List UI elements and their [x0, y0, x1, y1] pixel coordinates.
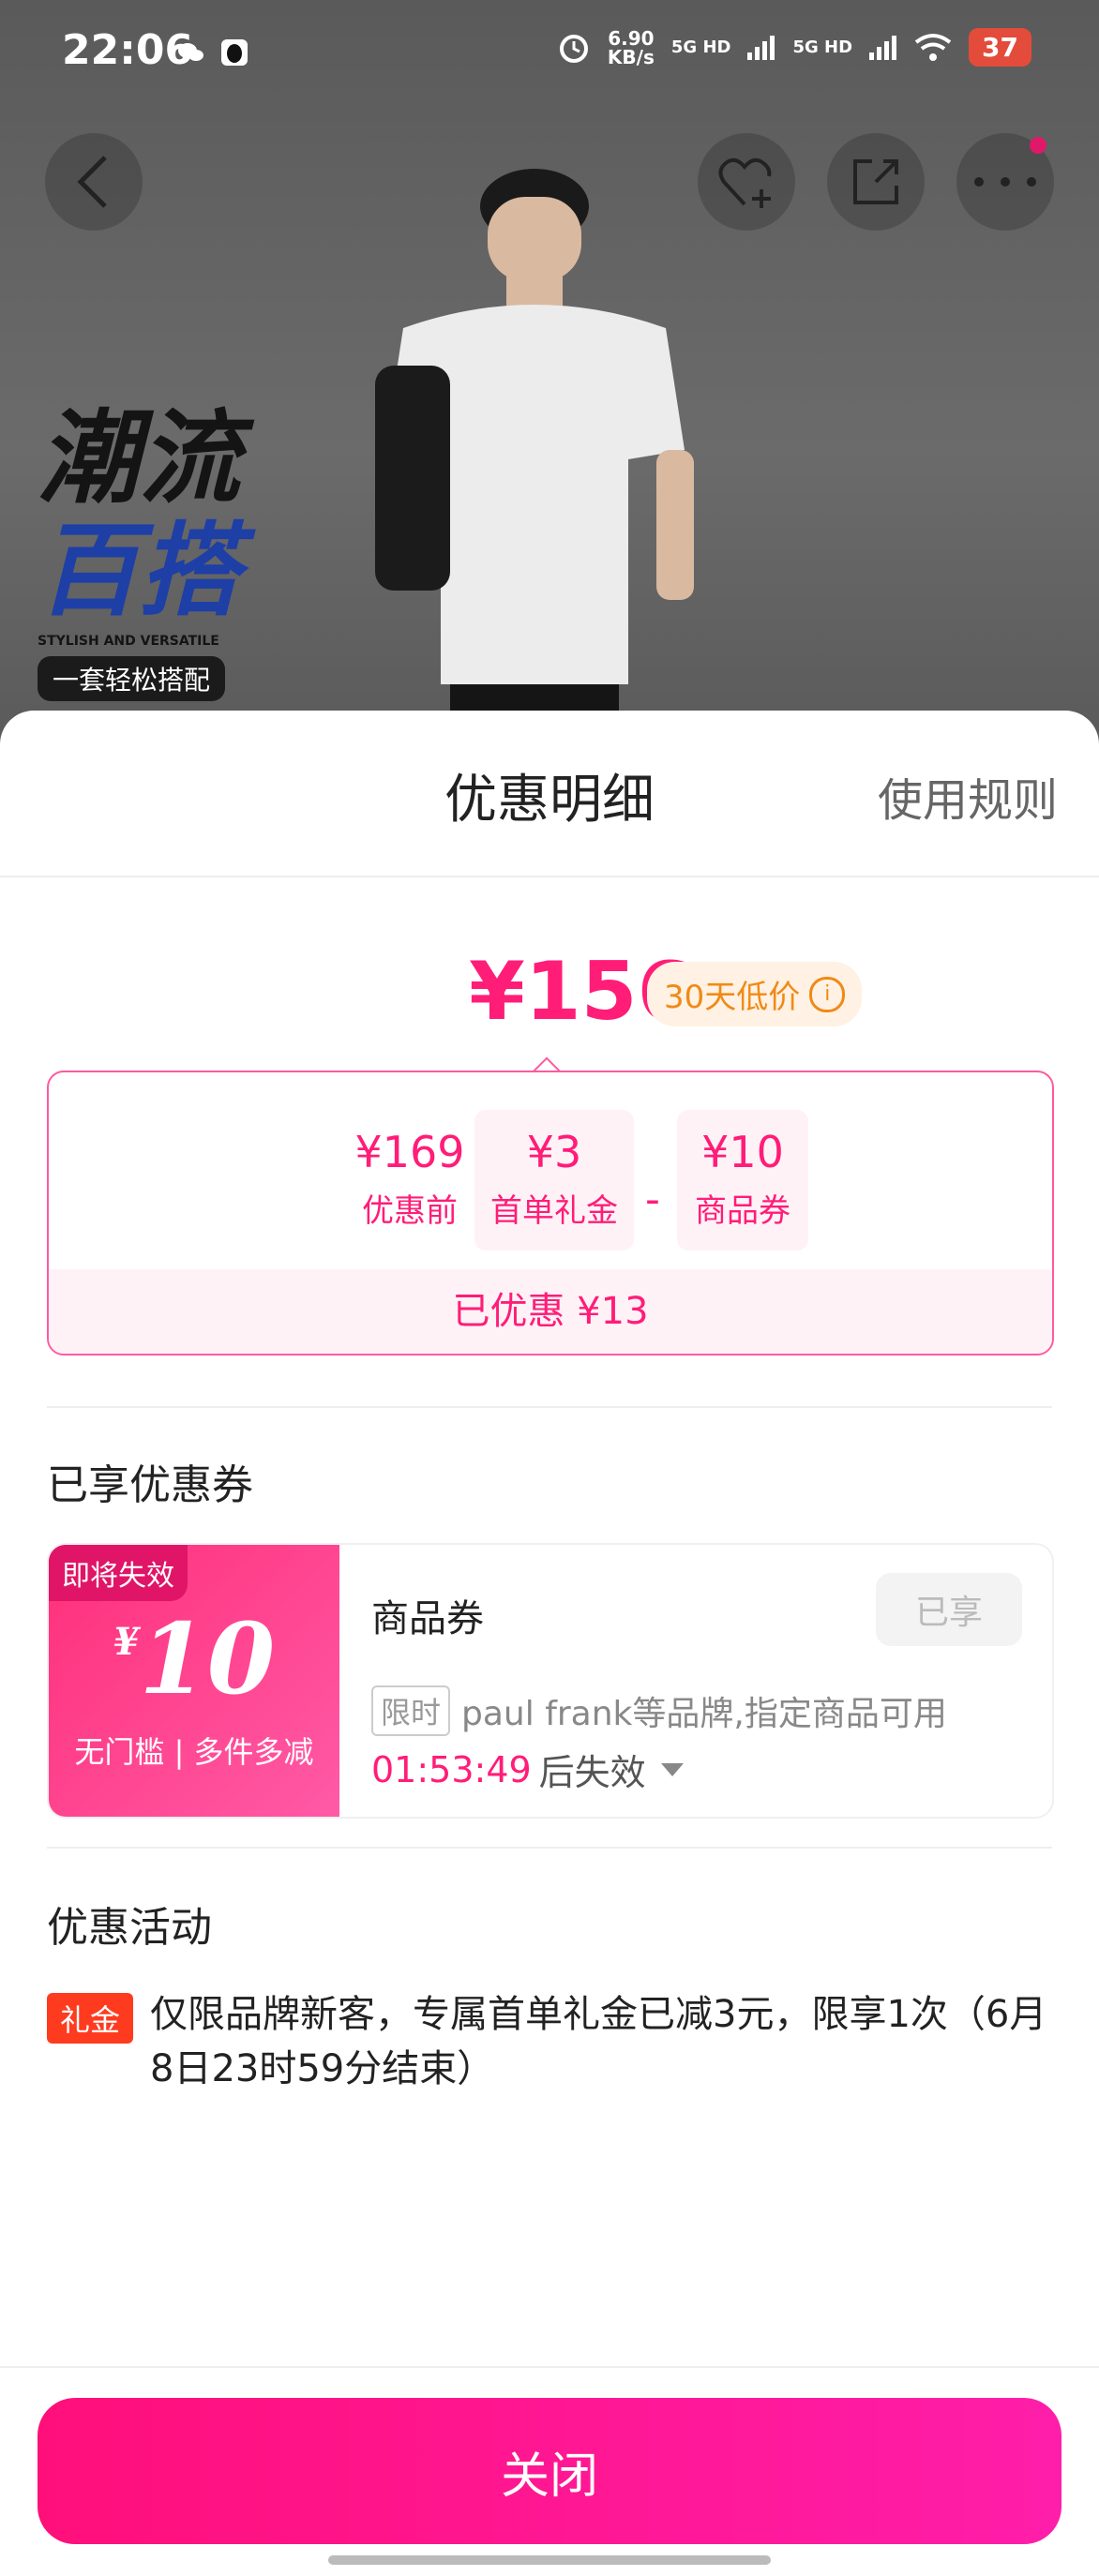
coupon-label: 商品券	[695, 1192, 790, 1230]
promo-line-3: STYLISH AND VERSATILE	[38, 634, 219, 649]
home-indicator[interactable]	[328, 2555, 771, 2565]
limit-text: paul frank等品牌,指定商品可用	[461, 1695, 947, 1733]
more-button[interactable]	[956, 133, 1054, 231]
coupon-value-panel: 即将失效 ¥10 无门槛 | 多件多减	[49, 1545, 339, 1817]
alarm-icon	[559, 34, 588, 63]
footer-divider	[0, 2366, 1099, 2368]
usage-rules-link[interactable]: 使用规则	[878, 763, 1058, 829]
low-price-tag[interactable]: 30天低价 i	[647, 962, 863, 1026]
battery-level: 37	[969, 28, 1031, 67]
signal-5g-1: 5G HD	[670, 37, 731, 57]
total-saved: 已优惠 ¥13	[49, 1269, 1052, 1354]
wechat-icon	[178, 43, 203, 61]
info-icon: i	[809, 976, 846, 1012]
promo-line-2: 百搭	[38, 513, 241, 630]
minus-sign: -	[645, 1176, 660, 1223]
gift-label: 首单礼金	[490, 1192, 618, 1230]
low-price-label: 30天低价	[664, 979, 801, 1016]
signal-bars-icon	[869, 35, 897, 60]
coupon-amount-large: 10	[139, 1601, 276, 1716]
breakdown-gift: ¥3 首单礼金	[474, 1110, 634, 1251]
more-dots-icon	[974, 177, 1036, 187]
limit-tag: 限时	[371, 1685, 451, 1736]
activities-section-title: 优惠活动	[47, 1904, 212, 1952]
notification-dot	[1030, 137, 1046, 154]
promo-line-4: 一套轻松搭配	[38, 656, 226, 701]
header-divider	[0, 876, 1099, 877]
original-price-label: 优惠前	[362, 1192, 458, 1230]
price-breakdown: ¥169 优惠前 - ¥3 首单礼金 - ¥10 商品券 已优惠 ¥13	[47, 1071, 1054, 1355]
signal-5g-2: 5G HD	[792, 37, 853, 57]
coupon-currency: ¥	[113, 1620, 140, 1664]
activity-text: 仅限品牌新客，专属首单礼金已减3元，限享1次（6月8日23时59分结束）	[150, 1993, 1047, 2090]
promo-line-1: 潮流	[38, 400, 241, 517]
chevron-down-icon	[660, 1762, 684, 1776]
product-model-image	[375, 169, 694, 750]
coupon-limit-row: 限时 paul frank等品牌,指定商品可用	[371, 1685, 947, 1736]
countdown-timer: 01:53:49	[371, 1748, 532, 1790]
countdown-suffix: 后失效	[538, 1752, 646, 1793]
net-speed-value: 6.90	[608, 26, 655, 50]
breakdown-coupon: ¥10 商品券	[677, 1110, 808, 1251]
status-time: 22:06	[62, 26, 194, 74]
close-button[interactable]: 关闭	[38, 2398, 1061, 2544]
section-divider	[47, 1406, 1052, 1408]
coupons-section-title: 已享优惠券	[47, 1461, 253, 1509]
discount-detail-sheet: 优惠明细 使用规则 ¥156 30天低价 i ¥169 优惠前 - ¥3 首单礼…	[0, 711, 1099, 2576]
coupon-name: 商品券	[371, 1597, 484, 1640]
share-button[interactable]	[827, 133, 925, 231]
wifi-icon	[914, 33, 952, 61]
status-bar: 22:06 6.90 KB/s 5G HD 5G HD 37	[0, 0, 1099, 112]
coupon-conditions: 无门槛 | 多件多减	[74, 1734, 314, 1770]
coupon-countdown-row[interactable]: 01:53:49 后失效	[371, 1744, 684, 1795]
coupon-amount: ¥10	[701, 1127, 784, 1177]
section-divider	[47, 1847, 1052, 1849]
back-button[interactable]	[45, 133, 143, 231]
signal-bars-icon	[747, 35, 775, 60]
share-icon	[853, 159, 898, 204]
breakdown-original: ¥169 优惠前	[330, 1110, 489, 1251]
favorite-button[interactable]	[698, 133, 795, 231]
coupon-perforation	[330, 1545, 349, 1817]
qq-icon	[221, 39, 248, 66]
back-arrow-icon	[77, 156, 107, 208]
promo-banner: 潮流 百搭 STYLISH AND VERSATILE 一套轻松搭配	[38, 403, 240, 701]
expiring-tag: 即将失效	[49, 1545, 188, 1601]
heart-plus-icon	[718, 157, 772, 208]
net-speed-unit: KB/s	[607, 45, 655, 68]
gift-tag: 礼金	[47, 1993, 134, 2044]
coupon-used-button[interactable]: 已享	[876, 1573, 1022, 1646]
gift-amount: ¥3	[526, 1127, 582, 1177]
original-price: ¥169	[354, 1127, 465, 1177]
coupon-card[interactable]: 即将失效 ¥10 无门槛 | 多件多减 商品券 已享 限时 paul frank…	[47, 1543, 1054, 1819]
